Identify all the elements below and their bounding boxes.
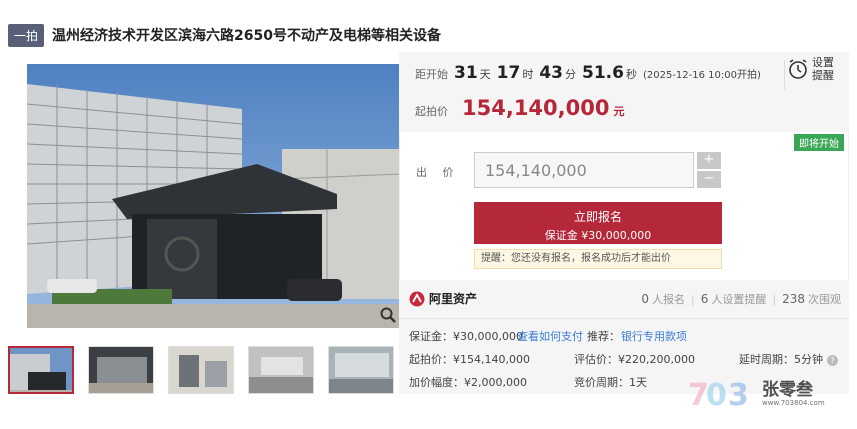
thumbnail-3[interactable]: [168, 346, 234, 394]
auction-info-panel: 距开始 31 天 17 时 43 分 51.6 秒 (2025-12-16 10…: [399, 52, 849, 132]
registration-notice: 提醒：您还没有报名，报名成功后才能出价: [474, 249, 722, 269]
thumbnail-strip: [8, 346, 394, 394]
recommend-label: 推荐：: [587, 330, 620, 343]
stat-registered-count: 0: [641, 292, 650, 306]
start-price-info: 起拍价：¥154,140,000: [409, 353, 530, 366]
countdown-seconds-unit: 秒: [625, 68, 637, 81]
bank-payment-link[interactable]: 银行专用款项: [621, 328, 687, 344]
increase-bid-button[interactable]: +: [697, 152, 721, 169]
starting-price-row: 起拍价 154,140,000 元: [415, 96, 624, 120]
countdown-label: 距开始: [415, 68, 448, 81]
svg-text:3: 3: [728, 378, 749, 411]
ali-assets-logo-icon: [409, 291, 425, 306]
countdown-start-note: (2025-12-16 10:00开拍): [642, 70, 761, 81]
countdown-hours-unit: 时: [522, 68, 534, 81]
watermark-logo-icon: 7 0 3: [688, 378, 749, 411]
set-reminder-label: 设置提醒: [812, 56, 834, 82]
decrease-bid-button[interactable]: −: [697, 171, 721, 188]
stat-views-label: 次围观: [808, 293, 841, 306]
register-deposit: 保证金 ¥30,000,000: [544, 229, 652, 242]
register-button[interactable]: 立即报名 保证金 ¥30,000,000: [474, 202, 722, 244]
starting-price-unit: 元: [613, 105, 625, 118]
stat-separator: |: [772, 293, 777, 306]
countdown-hours: 17: [496, 63, 521, 83]
countdown-seconds: 51.6: [582, 63, 624, 83]
bid-label: 出 价: [416, 166, 460, 179]
auction-stats: 0 人报名 | 6 人设置提醒 | 238 次围观: [641, 291, 841, 307]
stat-registered-label: 人报名: [652, 293, 686, 306]
delay-period-info: 延时周期：5分钟?: [739, 351, 838, 367]
set-reminder-button[interactable]: 设置提醒: [787, 56, 843, 82]
thumbnail-2[interactable]: [88, 346, 154, 394]
page-title: 温州经济技术开发区滨海六路2650号不动产及电梯等相关设备: [52, 28, 441, 44]
svg-text:0: 0: [706, 378, 727, 411]
thumbnail-1[interactable]: [8, 346, 74, 394]
platform-name: 阿里资产: [429, 292, 478, 306]
increment-info: 加价幅度：¥2,000,000: [409, 376, 527, 389]
bid-amount-input[interactable]: [474, 152, 694, 188]
appraisal-info: 评估价：¥220,200,000: [574, 353, 695, 366]
alarm-clock-icon: [789, 59, 807, 79]
building-photo: [27, 64, 401, 328]
starting-price-value: 154,140,000: [462, 96, 610, 120]
starting-price-label: 起拍价: [415, 105, 448, 118]
countdown-days-unit: 天: [479, 68, 491, 81]
main-property-photo[interactable]: [27, 64, 401, 328]
platform-logo: 阿里资产: [409, 290, 477, 307]
countdown-minutes-unit: 分: [565, 68, 577, 81]
divider: [399, 318, 849, 319]
bid-panel: 即将开始 出 价 + − 立即报名 保证金 ¥30,000,000 提醒：您还没…: [399, 132, 849, 280]
countdown-days: 31: [454, 63, 478, 83]
help-icon[interactable]: ?: [827, 354, 838, 366]
stat-views-count: 238: [782, 292, 805, 306]
round-badge: 一拍: [8, 23, 45, 47]
stat-reminder-count: 6: [700, 292, 709, 306]
status-badge: 即将开始: [794, 134, 844, 151]
title-bar: 一拍 温州经济技术开发区滨海六路2650号不动产及电梯等相关设备: [8, 22, 441, 48]
divider: [784, 60, 785, 90]
stat-separator: |: [691, 293, 695, 306]
stat-reminder-label: 人设置提醒: [711, 293, 767, 306]
bid-cycle-info: 竞价周期：1天: [574, 376, 647, 389]
watermark-url: www.703804.com: [762, 399, 825, 407]
register-button-label: 立即报名: [573, 210, 622, 224]
zoom-icon[interactable]: [379, 306, 397, 324]
thumbnail-5[interactable]: [328, 346, 394, 394]
deposit-info: 保证金：¥30,000,000: [409, 330, 523, 343]
watermark: 7 0 3 张零叁 www.703804.com: [686, 377, 825, 411]
countdown: 距开始 31 天 17 时 43 分 51.6 秒 (2025-12-16 10…: [415, 63, 761, 83]
delay-period-text: 延时周期：5分钟: [739, 353, 823, 366]
how-to-pay-link[interactable]: 查看如何支付: [517, 328, 583, 344]
watermark-name: 张零叁: [762, 380, 813, 400]
thumbnail-4[interactable]: [248, 346, 314, 394]
countdown-minutes: 43: [539, 63, 564, 83]
